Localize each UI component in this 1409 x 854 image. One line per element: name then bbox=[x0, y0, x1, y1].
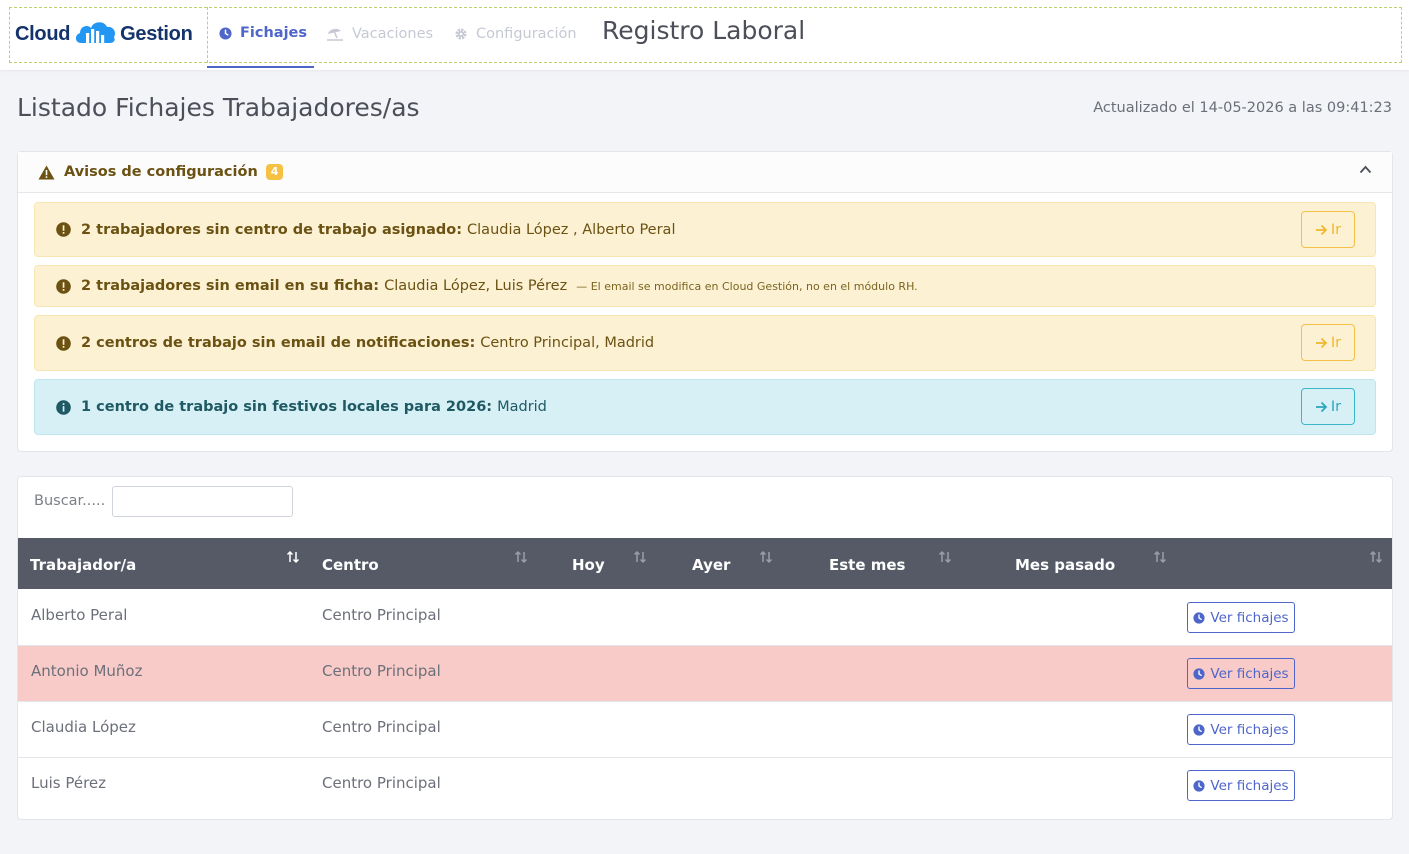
sort-icon[interactable] bbox=[1153, 550, 1167, 564]
config-warnings-header[interactable]: Avisos de configuración 4 bbox=[18, 152, 1392, 193]
exclamation-circle-icon bbox=[56, 278, 71, 294]
search-row: Buscar..... bbox=[34, 485, 294, 517]
sort-icon[interactable] bbox=[633, 550, 647, 564]
alert-no-holidays-bold: 1 centro de trabajo sin festivos locales… bbox=[81, 399, 493, 415]
sort-active-icon[interactable] bbox=[286, 550, 300, 564]
clock-icon bbox=[219, 26, 232, 40]
view-clockings-button[interactable]: Ver fichajes bbox=[1187, 602, 1295, 633]
app-title: Registro Laboral bbox=[602, 16, 806, 45]
sort-icon[interactable] bbox=[938, 550, 952, 564]
view-clockings-label: Ver fichajes bbox=[1210, 665, 1289, 682]
clock-icon bbox=[1193, 779, 1205, 792]
go-button[interactable]: Ir bbox=[1301, 211, 1355, 248]
tab-vacaciones-label: Vacaciones bbox=[352, 26, 434, 42]
col-header-yesterday-label: Ayer bbox=[692, 556, 731, 574]
logo-text-gestion: Gestion bbox=[120, 22, 193, 45]
table-row: Luis Pérez Centro Principal Ver fichajes bbox=[18, 758, 1392, 814]
info-circle-icon bbox=[56, 399, 71, 415]
tab-fichajes[interactable]: Fichajes bbox=[207, 0, 314, 68]
view-clockings-label: Ver fichajes bbox=[1210, 721, 1289, 738]
alert-no-email-note: — El email se modifica en Cloud Gestión,… bbox=[576, 279, 918, 293]
logo-text-cloud: Cloud bbox=[15, 22, 71, 45]
search-label: Buscar..... bbox=[34, 493, 106, 509]
arrow-right-icon bbox=[1315, 224, 1328, 236]
col-header-last-month[interactable]: Mes pasado bbox=[1015, 538, 1115, 589]
col-header-yesterday[interactable]: Ayer bbox=[692, 538, 730, 589]
alert-center-no-email-text: Centro Principal, Madrid bbox=[480, 335, 655, 351]
col-header-today[interactable]: Hoy bbox=[572, 538, 605, 589]
tab-configuracion[interactable]: Configuración bbox=[442, 0, 589, 68]
sort-icon[interactable] bbox=[759, 550, 773, 564]
arrow-right-icon bbox=[1315, 401, 1328, 413]
config-warnings-panel: Avisos de configuración 4 2 trabajadores… bbox=[17, 151, 1393, 452]
cell-center: Centro Principal bbox=[322, 662, 441, 680]
view-clockings-label: Ver fichajes bbox=[1210, 777, 1289, 794]
table-row: Claudia López Centro Principal Ver ficha… bbox=[18, 702, 1392, 758]
config-warnings-title: Avisos de configuración bbox=[64, 164, 258, 180]
gear-icon bbox=[454, 27, 468, 41]
cell-center: Centro Principal bbox=[322, 718, 441, 736]
page-title: Listado Fichajes Trabajadores/as bbox=[17, 93, 420, 122]
col-header-worker-label: Trabajador/a bbox=[30, 556, 137, 574]
clock-icon bbox=[1193, 667, 1205, 680]
view-clockings-button[interactable]: Ver fichajes bbox=[1187, 714, 1295, 745]
col-header-this-month[interactable]: Este mes bbox=[829, 538, 905, 589]
alert-no-email-bold: 2 trabajadores sin email en su ficha: bbox=[81, 278, 380, 294]
tab-vacaciones[interactable]: Vacaciones bbox=[314, 0, 442, 68]
cell-worker: Antonio Muñoz bbox=[31, 662, 143, 680]
go-button-label: Ir bbox=[1330, 398, 1342, 415]
cloud-gestion-logo[interactable]: Cloud Gestion bbox=[15, 18, 193, 50]
exclamation-circle-icon bbox=[56, 335, 71, 351]
alert-no-workcenter: 2 trabajadores sin centro de trabajo asi… bbox=[34, 202, 1376, 257]
col-header-center-label: Centro bbox=[322, 556, 379, 574]
tab-fichajes-label: Fichajes bbox=[240, 25, 308, 41]
col-header-last-month-label: Mes pasado bbox=[1015, 556, 1116, 574]
warning-triangle-icon bbox=[38, 165, 55, 180]
table-header: Trabajador/a Centro Hoy Ayer Este mes Me… bbox=[18, 538, 1392, 589]
arrow-right-icon bbox=[1315, 337, 1328, 349]
view-clockings-button[interactable]: Ver fichajes bbox=[1187, 658, 1295, 689]
tab-configuracion-label: Configuración bbox=[476, 26, 577, 42]
cell-worker: Claudia López bbox=[31, 718, 136, 736]
main-nav: Fichajes Vacaciones Configuración bbox=[207, 0, 589, 70]
top-bar: Cloud Gestion Fichajes Vacaciones Config… bbox=[0, 0, 1409, 70]
exclamation-circle-icon bbox=[56, 222, 71, 237]
cell-center: Centro Principal bbox=[322, 774, 441, 792]
alert-no-email-text: Claudia López, Luis Pérez bbox=[384, 278, 568, 294]
col-header-today-label: Hoy bbox=[572, 556, 605, 574]
table-row: Antonio Muñoz Centro Principal Ver ficha… bbox=[18, 646, 1392, 702]
alert-no-email: 2 trabajadores sin email en su ficha: Cl… bbox=[34, 265, 1376, 307]
go-button-label: Ir bbox=[1330, 221, 1342, 238]
last-updated-text: Actualizado el 14-05-2026 a las 09:41:23 bbox=[1093, 100, 1392, 116]
col-header-worker[interactable]: Trabajador/a bbox=[30, 538, 136, 589]
sort-icon[interactable] bbox=[1369, 550, 1383, 564]
sort-icon[interactable] bbox=[514, 550, 528, 564]
col-header-this-month-label: Este mes bbox=[829, 556, 906, 574]
alert-no-holidays-text: Madrid bbox=[497, 399, 547, 415]
clock-icon bbox=[1193, 611, 1205, 624]
clock-icon bbox=[1193, 723, 1205, 736]
go-button[interactable]: Ir bbox=[1301, 324, 1355, 361]
view-clockings-label: Ver fichajes bbox=[1210, 609, 1289, 626]
beach-umbrella-icon bbox=[326, 27, 344, 41]
cell-worker: Alberto Peral bbox=[31, 606, 128, 624]
alert-center-no-email: 2 centros de trabajo sin email de notifi… bbox=[34, 315, 1376, 371]
workers-table-panel: Buscar..... Trabajador/a Centro Hoy Ayer… bbox=[17, 476, 1393, 820]
view-clockings-button[interactable]: Ver fichajes bbox=[1187, 770, 1295, 801]
go-button-label: Ir bbox=[1330, 334, 1342, 351]
alert-no-holidays: 1 centro de trabajo sin festivos locales… bbox=[34, 379, 1376, 435]
table-row: Alberto Peral Centro Principal Ver ficha… bbox=[18, 590, 1392, 646]
warnings-count-badge: 4 bbox=[265, 164, 284, 180]
alert-no-workcenter-bold: 2 trabajadores sin centro de trabajo asi… bbox=[81, 221, 463, 238]
go-button[interactable]: Ir bbox=[1301, 388, 1355, 425]
cloud-bars-icon bbox=[73, 16, 117, 52]
search-input[interactable] bbox=[112, 485, 294, 517]
cell-center: Centro Principal bbox=[322, 606, 441, 624]
alert-no-workcenter-text: Claudia López , Alberto Peral bbox=[467, 221, 676, 238]
col-header-center[interactable]: Centro bbox=[322, 538, 379, 589]
chevron-up-icon[interactable] bbox=[1359, 165, 1372, 174]
alert-center-no-email-bold: 2 centros de trabajo sin email de notifi… bbox=[81, 335, 476, 351]
cell-worker: Luis Pérez bbox=[31, 774, 107, 792]
